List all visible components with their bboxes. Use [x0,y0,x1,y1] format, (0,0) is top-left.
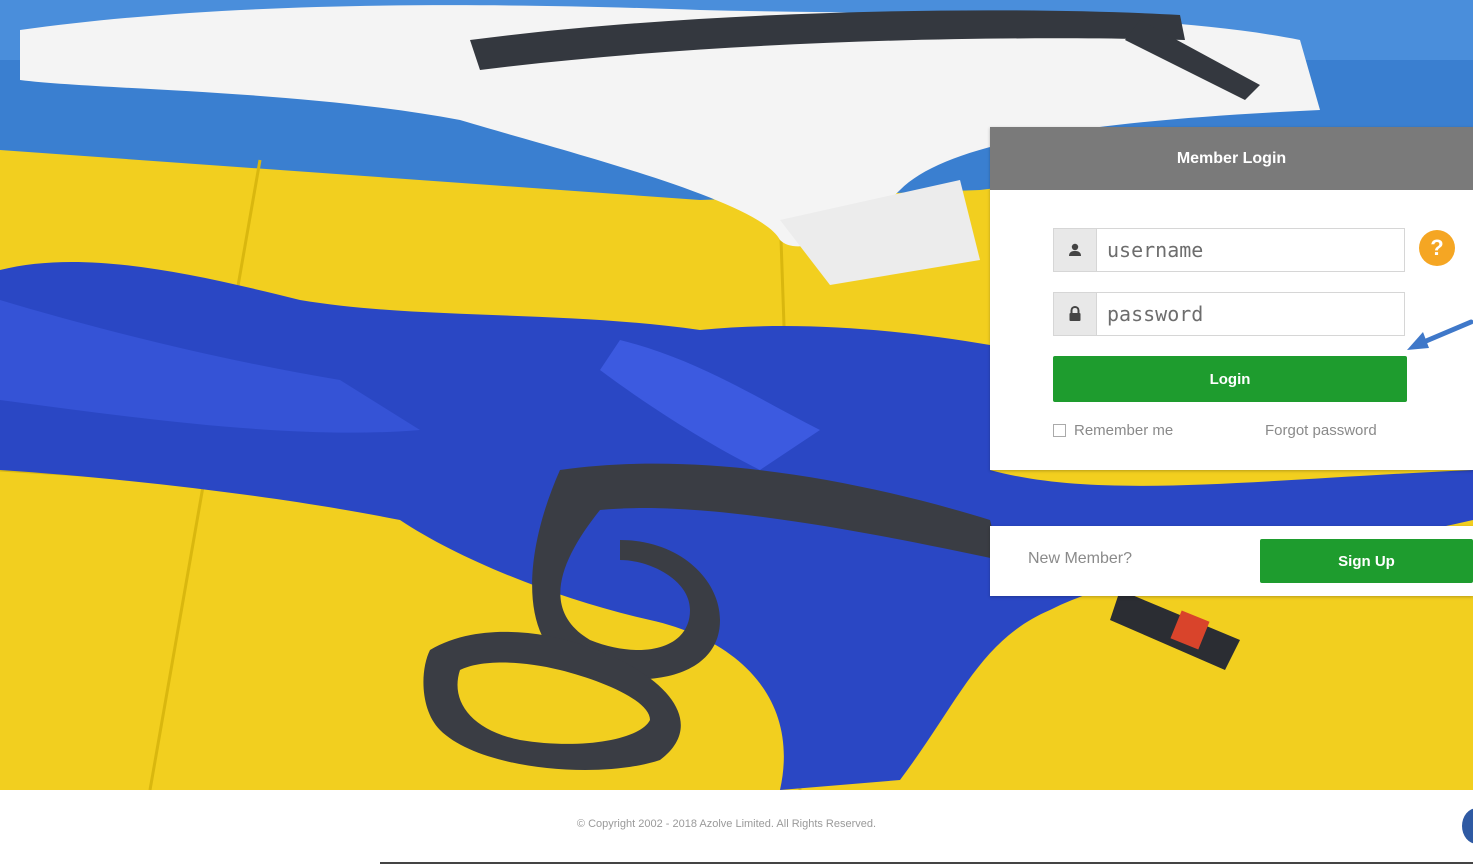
login-title: Member Login [990,127,1473,190]
login-button[interactable]: Login [1053,356,1407,402]
password-field[interactable] [1053,292,1405,336]
copyright-text: © Copyright 2002 - 2018 Azolve Limited. … [576,818,877,830]
footer: © Copyright 2002 - 2018 Azolve Limited. … [0,790,1473,865]
signup-panel: New Member? Sign Up [990,526,1473,596]
username-field[interactable] [1053,228,1405,272]
question-icon[interactable]: ? [1419,230,1455,266]
user-icon [1054,229,1097,271]
login-panel: Member Login ? Login Remember me Forgot … [990,127,1473,470]
remember-me-checkbox[interactable]: Remember me [1053,422,1173,439]
sign-up-button[interactable]: Sign Up [1260,539,1473,583]
new-member-label: New Member? [1028,550,1133,567]
forgot-password-link[interactable]: Forgot password [1265,422,1377,439]
password-input[interactable] [1097,294,1404,334]
arrow-left-icon [1407,319,1473,350]
username-input[interactable] [1097,230,1404,270]
remember-me-label: Remember me [1074,422,1174,439]
lock-icon [1054,293,1097,335]
chat-widget-icon[interactable] [1462,808,1473,844]
checkbox-box[interactable] [1053,424,1066,437]
footer-divider [380,862,1473,864]
